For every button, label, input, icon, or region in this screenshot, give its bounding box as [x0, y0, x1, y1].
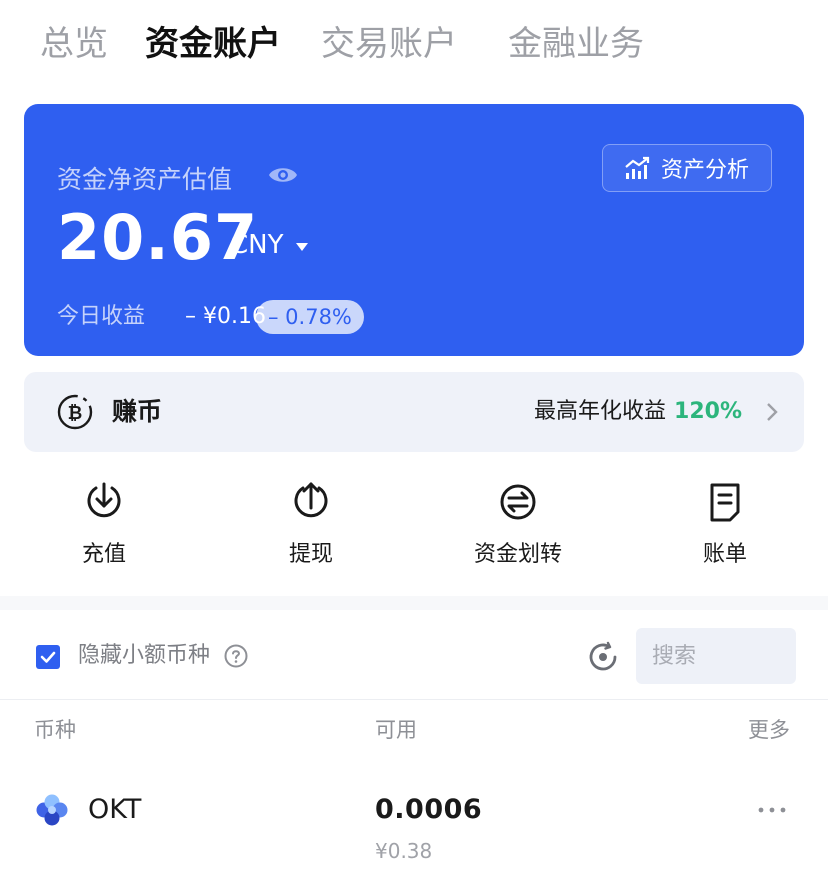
today-pnl-value: – ¥0.16	[185, 304, 266, 329]
bill-icon	[710, 483, 740, 522]
today-pnl-label: 今日收益	[57, 304, 146, 329]
help-icon[interactable]	[224, 644, 248, 668]
currency-selector[interactable]: CNY	[230, 230, 308, 260]
table-row[interactable]: OKT 0.0006 ¥0.38	[0, 780, 828, 870]
available-amount: 0.0006	[375, 794, 483, 825]
chevron-right-icon	[767, 403, 778, 421]
header-available: 可用	[375, 718, 417, 742]
transfer-label: 资金划转	[473, 542, 562, 567]
earn-label: 赚币	[112, 397, 163, 426]
currency-label: CNY	[230, 230, 284, 260]
action-row: 充值 提现 资金划转 账单	[0, 480, 828, 570]
okt-logo-icon	[36, 794, 68, 826]
section-divider	[0, 596, 828, 610]
net-asset-amount: 20.67	[57, 201, 259, 274]
asset-analysis-label: 资产分析	[660, 158, 749, 183]
checkmark-icon	[40, 651, 56, 663]
hide-small-checkbox[interactable]	[36, 645, 60, 669]
search-input[interactable]	[636, 628, 796, 684]
transfer-icon	[500, 484, 536, 520]
table-header: 币种 可用 更多	[0, 712, 828, 748]
max-yield: 最高年化收益 120%	[534, 396, 742, 428]
withdraw-button[interactable]: 提现	[241, 480, 381, 568]
bill-button[interactable]: 账单	[655, 480, 795, 568]
svg-text:₿: ₿	[68, 403, 83, 424]
max-yield-value: 120%	[674, 399, 742, 424]
header-more: 更多	[748, 718, 790, 742]
withdraw-icon	[294, 482, 328, 518]
account-tabs: 总览 资金账户 交易账户 金融业务	[40, 18, 828, 74]
earn-banner[interactable]: ₿ 赚币 最高年化收益 120%	[24, 372, 804, 452]
asset-card: 资金净资产估值 资产分析 20.67 CNY 今日收益 – ¥0.16 – 0.…	[24, 104, 804, 356]
asset-analysis-button[interactable]: 资产分析	[602, 144, 772, 192]
today-pnl-percent-badge: – 0.78%	[256, 300, 364, 334]
hide-small-label: 隐藏小额币种	[78, 643, 211, 668]
filter-row: 隐藏小额币种	[0, 624, 828, 688]
deposit-icon	[87, 482, 121, 518]
net-asset-label: 资金净资产估值	[57, 165, 233, 194]
more-dots-icon[interactable]	[756, 798, 788, 822]
bill-label: 账单	[702, 542, 747, 567]
withdraw-label: 提现	[288, 542, 333, 567]
available-cny-value: ¥0.38	[375, 839, 433, 863]
chart-trend-icon	[625, 156, 650, 179]
caret-down-icon	[295, 243, 308, 251]
tab-overview[interactable]: 总览	[40, 18, 108, 70]
tab-financial-services[interactable]: 金融业务	[508, 18, 644, 70]
deposit-button[interactable]: 充值	[34, 480, 174, 568]
header-coin: 币种	[34, 718, 76, 742]
refresh-icon[interactable]	[586, 640, 620, 674]
max-yield-label: 最高年化收益	[534, 399, 667, 424]
eye-icon[interactable]	[268, 164, 298, 186]
transfer-button[interactable]: 资金划转	[448, 480, 588, 568]
divider-line	[0, 699, 828, 700]
coin-name: OKT	[88, 794, 142, 825]
tab-trading-account[interactable]: 交易账户	[321, 18, 457, 70]
deposit-label: 充值	[81, 542, 126, 567]
tab-funding-account[interactable]: 资金账户	[145, 18, 281, 70]
bitcoin-coin-icon: ₿	[57, 394, 93, 430]
